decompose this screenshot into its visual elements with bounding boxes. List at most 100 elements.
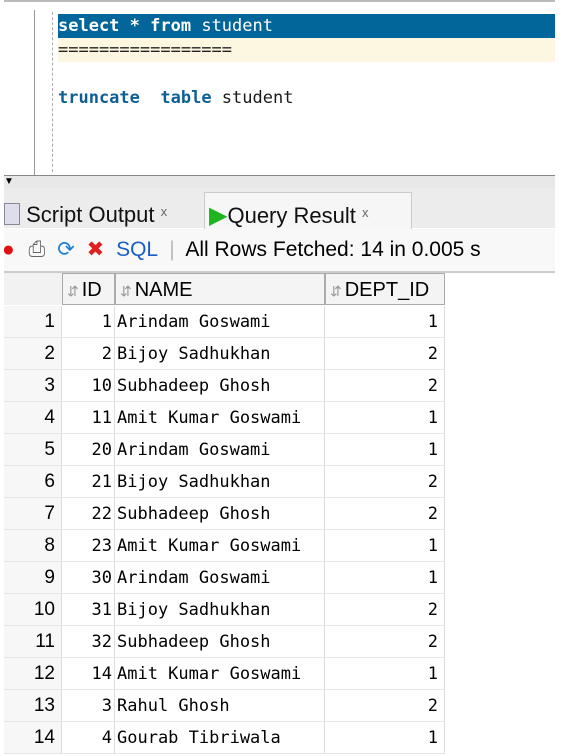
cell-name[interactable]: Amit Kumar Goswami [115, 530, 325, 562]
cell-id[interactable]: 11 [62, 402, 115, 434]
cell-id[interactable]: 14 [62, 658, 115, 690]
cell-name[interactable]: Bijoy Sadhukhan [115, 466, 325, 498]
close-icon[interactable]: x [362, 205, 369, 220]
keyword: truncate [58, 88, 140, 108]
corner-cell [4, 273, 62, 305]
cell-name[interactable]: Bijoy Sadhukhan [115, 338, 325, 370]
row-number[interactable]: 4 [4, 402, 62, 434]
delete-icon[interactable]: ✖ [87, 238, 105, 261]
table-row[interactable]: 8 23 Amit Kumar Goswami 1 [4, 530, 445, 562]
cell-name[interactable]: Subhadeep Ghosh [115, 498, 325, 530]
row-number[interactable]: 1 [4, 306, 62, 338]
cell-id[interactable]: 32 [62, 626, 115, 658]
close-icon[interactable]: x [161, 204, 168, 219]
table-row[interactable]: 11 32 Subhadeep Ghosh 2 [4, 626, 445, 658]
fetch-status: All Rows Fetched: 14 in 0.005 s [185, 238, 481, 261]
table-row[interactable]: 6 21 Bijoy Sadhukhan 2 [4, 466, 445, 498]
table-row[interactable]: 13 3 Rahul Ghosh 2 [4, 690, 445, 722]
row-number[interactable]: 2 [4, 338, 62, 370]
row-number[interactable]: 9 [4, 562, 62, 594]
table-row[interactable]: 3 10 Subhadeep Ghosh 2 [4, 370, 445, 402]
table-row[interactable]: 10 31 Bijoy Sadhukhan 2 [4, 594, 445, 626]
print-icon[interactable]: ⎙ [29, 238, 46, 261]
editor-line[interactable]: ================= [58, 38, 555, 62]
header-label: ID [81, 279, 102, 301]
cell-dept-id[interactable]: 2 [325, 498, 445, 530]
operator: * [119, 16, 151, 36]
row-number[interactable]: 14 [4, 722, 62, 754]
cell-id[interactable]: 1 [62, 306, 115, 338]
table-row[interactable]: 5 20 Arindam Goswami 1 [4, 434, 445, 466]
header-label: NAME [134, 279, 193, 301]
cell-name[interactable]: Amit Kumar Goswami [115, 402, 325, 434]
splitter[interactable]: ▼ [4, 175, 555, 189]
cell-id[interactable]: 23 [62, 530, 115, 562]
cell-dept-id[interactable]: 2 [325, 370, 445, 402]
row-number[interactable]: 13 [4, 690, 62, 722]
cell-name[interactable]: Bijoy Sadhukhan [115, 594, 325, 626]
column-header-name[interactable]: ⇵ NAME [115, 273, 325, 305]
row-number[interactable]: 8 [4, 530, 62, 562]
cell-dept-id[interactable]: 1 [325, 434, 445, 466]
cell-name[interactable]: Arindam Goswami [115, 562, 325, 594]
pin-icon[interactable]: ● [2, 238, 15, 261]
result-toolbar: ● ⎙ ⟳ ✖ SQL | All Rows Fetched: 14 in 0.… [2, 229, 555, 273]
row-number[interactable]: 11 [4, 626, 62, 658]
row-number[interactable]: 5 [4, 434, 62, 466]
sql-button[interactable]: SQL [116, 238, 157, 261]
row-number[interactable]: 10 [4, 594, 62, 626]
cell-dept-id[interactable]: 1 [325, 562, 445, 594]
cell-dept-id[interactable]: 1 [325, 306, 445, 338]
fold-guide [52, 12, 53, 172]
tab-label: Query Result [227, 203, 356, 228]
sort-icon: ⇵ [120, 283, 132, 299]
cell-id[interactable]: 21 [62, 466, 115, 498]
cell-name[interactable]: Amit Kumar Goswami [115, 658, 325, 690]
cell-dept-id[interactable]: 2 [325, 338, 445, 370]
cell-dept-id[interactable]: 1 [325, 658, 445, 690]
cell-dept-id[interactable]: 1 [325, 722, 445, 754]
cell-id[interactable]: 2 [62, 338, 115, 370]
cell-id[interactable]: 30 [62, 562, 115, 594]
cell-id[interactable]: 4 [62, 722, 115, 754]
editor-line[interactable]: truncate table student [58, 86, 293, 110]
keyword: table [160, 88, 212, 108]
cell-id[interactable]: 3 [62, 690, 115, 722]
cell-name[interactable]: Rahul Ghosh [115, 690, 325, 722]
keyword: select [58, 16, 120, 36]
collapse-arrow-icon[interactable]: ▼ [4, 176, 14, 187]
cell-name[interactable]: Subhadeep Ghosh [115, 370, 325, 402]
table-row[interactable]: 9 30 Arindam Goswami 1 [4, 562, 445, 594]
tab-script-output[interactable]: Script Output x [4, 192, 202, 228]
table-row[interactable]: 2 2 Bijoy Sadhukhan 2 [4, 338, 445, 370]
table-row[interactable]: 7 22 Subhadeep Ghosh 2 [4, 498, 445, 530]
editor-line-selected[interactable]: select * from student [58, 14, 555, 38]
cell-dept-id[interactable]: 2 [325, 690, 445, 722]
table-row[interactable]: 1 1 Arindam Goswami 1 [4, 306, 445, 338]
cell-id[interactable]: 22 [62, 498, 115, 530]
cell-id[interactable]: 10 [62, 370, 115, 402]
play-icon: ▶ [209, 202, 228, 229]
cell-id[interactable]: 20 [62, 434, 115, 466]
cell-dept-id[interactable]: 1 [325, 402, 445, 434]
cell-name[interactable]: Gourab Tibriwala [115, 722, 325, 754]
refresh-icon[interactable]: ⟳ [57, 238, 75, 261]
cell-name[interactable]: Subhadeep Ghosh [115, 626, 325, 658]
row-number[interactable]: 6 [4, 466, 62, 498]
row-number[interactable]: 3 [4, 370, 62, 402]
column-header-id[interactable]: ⇵ ID [62, 273, 115, 305]
cell-name[interactable]: Arindam Goswami [115, 434, 325, 466]
table-row[interactable]: 14 4 Gourab Tibriwala 1 [4, 722, 445, 754]
column-header-dept-id[interactable]: ⇵ DEPT_ID [325, 273, 445, 305]
cell-dept-id[interactable]: 2 [325, 594, 445, 626]
cell-dept-id[interactable]: 2 [325, 626, 445, 658]
row-number[interactable]: 12 [4, 658, 62, 690]
table-row[interactable]: 4 11 Amit Kumar Goswami 1 [4, 402, 445, 434]
cell-name[interactable]: Arindam Goswami [115, 306, 325, 338]
cell-dept-id[interactable]: 2 [325, 466, 445, 498]
tab-query-result[interactable]: ▶Query Result x [204, 192, 412, 229]
row-number[interactable]: 7 [4, 498, 62, 530]
cell-dept-id[interactable]: 1 [325, 530, 445, 562]
cell-id[interactable]: 31 [62, 594, 115, 626]
table-row[interactable]: 12 14 Amit Kumar Goswami 1 [4, 658, 445, 690]
